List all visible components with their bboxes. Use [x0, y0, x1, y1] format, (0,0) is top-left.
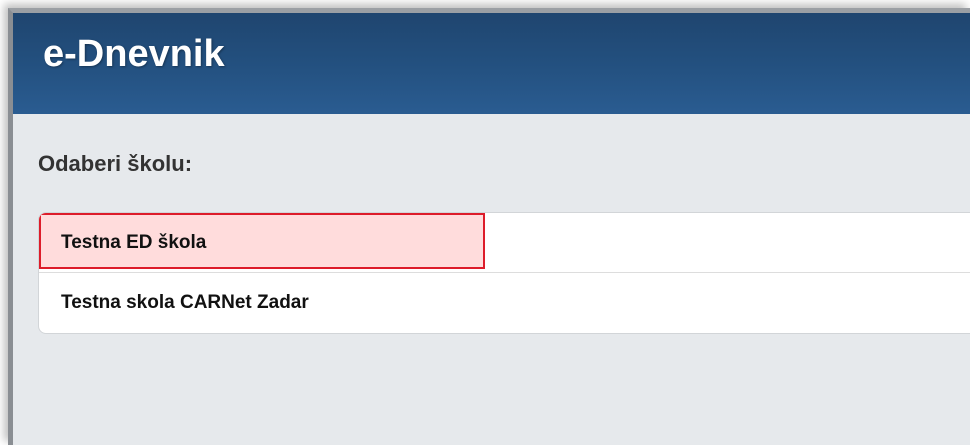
app-title: e-Dnevnik	[43, 33, 225, 75]
select-school-heading: Odaberi školu:	[38, 151, 193, 176]
app-window: e-Dnevnik Odaberi školu: Testna ED škola…	[8, 8, 970, 445]
school-option-testna-ed-skola[interactable]: Testna ED škola	[39, 213, 970, 273]
school-option-label: Testna skola CARNet Zadar	[61, 292, 309, 313]
app-header: e-Dnevnik	[13, 13, 970, 114]
school-list: Testna ED škola Testna skola CARNet Zada…	[38, 212, 970, 334]
school-option-label: Testna ED škola	[61, 232, 207, 253]
school-option-testna-skola-carnet-zadar[interactable]: Testna skola CARNet Zadar	[39, 273, 970, 333]
